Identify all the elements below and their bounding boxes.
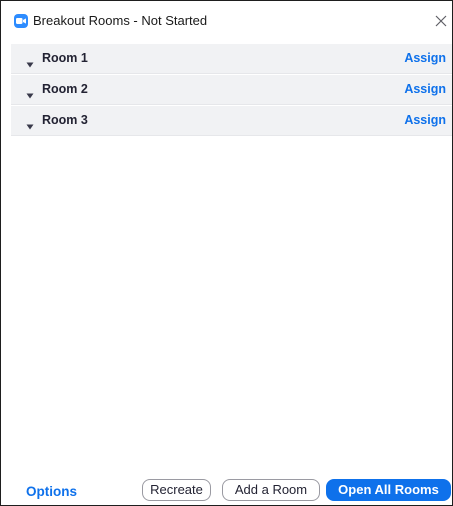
room-row[interactable]: Room 3 Assign bbox=[11, 106, 452, 136]
room-name: Room 1 bbox=[42, 51, 88, 65]
room-name: Room 3 bbox=[42, 113, 88, 127]
room-list: Room 1 Assign Room 2 Assign Room 3 Assig… bbox=[11, 44, 452, 137]
assign-link[interactable]: Assign bbox=[404, 82, 446, 96]
caret-down-icon[interactable] bbox=[26, 117, 34, 130]
room-name: Room 2 bbox=[42, 82, 88, 96]
caret-down-icon[interactable] bbox=[26, 86, 34, 99]
window-title: Breakout Rooms - Not Started bbox=[33, 13, 208, 28]
close-icon[interactable] bbox=[434, 14, 448, 28]
breakout-rooms-window: Breakout Rooms - Not Started Room 1 Assi… bbox=[0, 0, 453, 506]
assign-link[interactable]: Assign bbox=[404, 113, 446, 127]
room-row[interactable]: Room 1 Assign bbox=[11, 44, 452, 74]
title-bar: Breakout Rooms - Not Started bbox=[1, 1, 452, 41]
caret-down-icon[interactable] bbox=[26, 55, 34, 68]
room-row[interactable]: Room 2 Assign bbox=[11, 75, 452, 105]
options-link[interactable]: Options bbox=[26, 484, 77, 499]
open-all-rooms-button[interactable]: Open All Rooms bbox=[326, 479, 451, 501]
assign-link[interactable]: Assign bbox=[404, 51, 446, 65]
zoom-app-icon bbox=[14, 14, 28, 28]
footer-bar: Options Recreate Add a Room Open All Roo… bbox=[1, 473, 452, 505]
add-room-button[interactable]: Add a Room bbox=[222, 479, 320, 501]
recreate-button[interactable]: Recreate bbox=[142, 479, 211, 501]
